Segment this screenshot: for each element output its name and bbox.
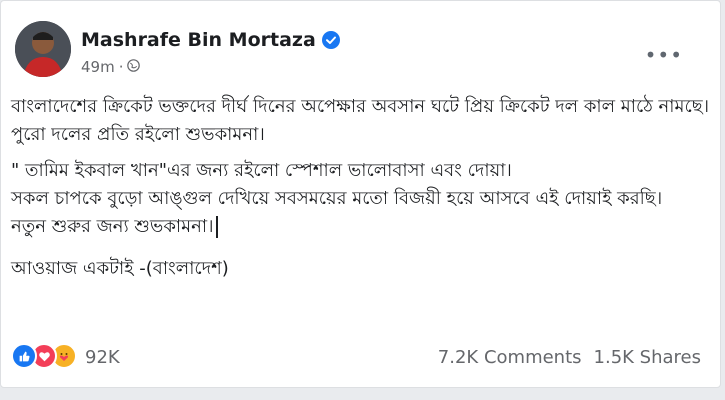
shares-count[interactable]: 1.5K Shares [594, 347, 701, 368]
author-name-text[interactable]: Mashrafe Bin Mortaza [81, 29, 316, 51]
reactions-count[interactable]: 92K [85, 347, 120, 368]
reaction-icons [11, 343, 77, 371]
engagement-stats: 7.2K Comments 1.5K Shares [438, 347, 701, 368]
like-reaction-icon [11, 343, 37, 369]
reactions-summary[interactable]: 92K [11, 343, 120, 371]
post-body: বাংলাদেশের ক্রিকেট ভক্তদের দীর্ঘ দিনের অ… [11, 93, 711, 291]
post-paragraph-3: আওয়াজ একটাই -(বাংলাদেশ) [11, 258, 229, 279]
verified-badge-icon [321, 31, 340, 49]
text-caret [215, 216, 218, 238]
post-header: Mashrafe Bin Mortaza 49m · ••• [15, 21, 705, 91]
facebook-post-card: Mashrafe Bin Mortaza 49m · ••• বাংলাদেশে… [0, 0, 721, 388]
post-time[interactable]: 49m [81, 58, 115, 76]
post-meta: 49m · [81, 58, 141, 76]
post-paragraph-1: বাংলাদেশের ক্রিকেট ভক্তদের দীর্ঘ দিনের অ… [11, 96, 710, 145]
post-footer: 92K 7.2K Comments 1.5K Shares [11, 339, 701, 375]
comments-count[interactable]: 7.2K Comments [438, 347, 582, 368]
post-paragraph-2: " তামিম ইকবাল খান"এর জন্য রইলো স্পেশাল ভ… [11, 157, 711, 241]
more-options-icon[interactable]: ••• [645, 43, 683, 67]
author-avatar[interactable] [15, 21, 71, 77]
meta-separator: · [118, 58, 124, 76]
author-name[interactable]: Mashrafe Bin Mortaza [81, 29, 340, 51]
post-paragraph-2-text: " তামিম ইকবাল খান"এর জন্য রইলো স্পেশাল ভ… [11, 160, 663, 237]
globe-icon [127, 58, 141, 76]
